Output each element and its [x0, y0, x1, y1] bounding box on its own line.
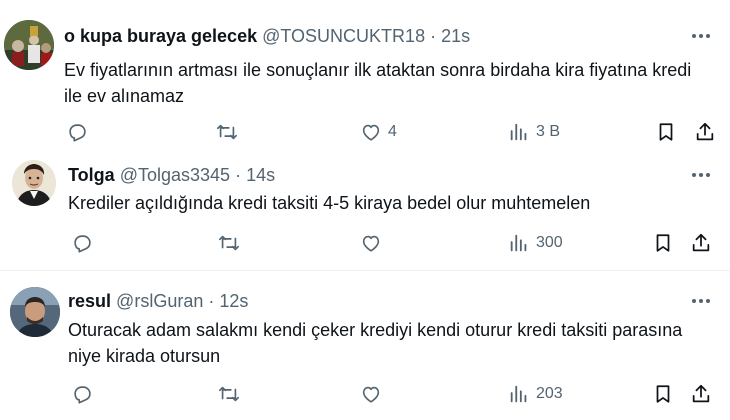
more-icon[interactable] [688, 291, 714, 311]
retweet-button[interactable] [217, 232, 241, 254]
tweet-header: o kupa buraya gelecek @TOSUNCUKTR18 · 21… [64, 24, 470, 48]
display-name[interactable]: o kupa buraya gelecek [64, 26, 257, 46]
reply-icon [74, 386, 91, 404]
share-button[interactable] [694, 121, 716, 143]
display-name[interactable]: resul [68, 291, 111, 311]
share-icon [692, 233, 710, 252]
tweet-header: Tolga @Tolgas3345 · 14s [68, 163, 275, 187]
views-button[interactable]: 300 [508, 232, 563, 254]
separator-dot: · [430, 26, 437, 46]
retweet-icon [219, 386, 239, 402]
bookmark-button[interactable] [655, 121, 677, 143]
timestamp[interactable]: 12s [219, 291, 248, 311]
bookmark-icon [656, 234, 670, 252]
more-icon[interactable] [688, 165, 714, 185]
heart-icon [362, 235, 380, 252]
tweet-text: Oturacak adam salakmı kendi çeker krediy… [68, 320, 683, 366]
avatar[interactable] [10, 287, 60, 337]
share-button[interactable] [690, 232, 712, 254]
like-button[interactable]: 4 [360, 121, 397, 143]
reply-icon [74, 235, 91, 253]
heart-icon [362, 386, 380, 403]
share-button[interactable] [690, 383, 712, 405]
bookmark-icon [659, 123, 673, 141]
like-button[interactable] [360, 232, 382, 254]
reply-button[interactable] [66, 121, 88, 143]
like-button[interactable] [360, 383, 382, 405]
retweet-button[interactable] [217, 383, 241, 405]
reply-button[interactable] [71, 383, 93, 405]
retweet-button[interactable] [215, 121, 239, 143]
views-count: 203 [536, 385, 563, 402]
heart-icon [362, 124, 380, 141]
retweet-icon [219, 235, 239, 251]
user-handle[interactable]: @TOSUNCUKTR18 [262, 26, 425, 46]
share-icon [692, 384, 710, 403]
retweet-icon [217, 124, 237, 140]
views-chart-icon [510, 385, 527, 403]
views-button[interactable]: 203 [508, 383, 563, 405]
reply-icon [69, 124, 86, 142]
separator-dot: · [235, 165, 242, 185]
views-chart-icon [510, 234, 527, 252]
tweet-text: Ev fiyatlarının artması ile sonuçlanır i… [64, 60, 692, 106]
views-chart-icon [510, 123, 527, 141]
user-handle[interactable]: @rslGuran [116, 291, 203, 311]
avatar[interactable] [4, 20, 54, 70]
more-icon[interactable] [688, 26, 714, 46]
views-button[interactable]: 3 B [508, 121, 560, 143]
bookmark-button[interactable] [652, 383, 674, 405]
timestamp[interactable]: 21s [441, 26, 470, 46]
avatar[interactable] [12, 160, 56, 206]
user-handle[interactable]: @Tolgas3345 [120, 165, 230, 185]
tweet-2[interactable]: Tolga @Tolgas3345 · 14s Krediler açıldığ… [0, 150, 730, 268]
views-count: 3 B [536, 123, 561, 140]
tweet-header: resul @rslGuran · 12s [68, 289, 248, 313]
views-count: 300 [536, 234, 563, 251]
bookmark-icon [656, 385, 670, 403]
bookmark-button[interactable] [652, 232, 674, 254]
tweet-text: Krediler açıldığında kredi taksiti 4-5 k… [68, 193, 591, 213]
like-count: 4 [388, 123, 397, 140]
timestamp[interactable]: 14s [246, 165, 275, 185]
tweet-1[interactable]: o kupa buraya gelecek @TOSUNCUKTR18 · 21… [0, 0, 730, 160]
separator-dot: · [208, 291, 215, 311]
tweet-3[interactable]: resul @rslGuran · 12s Oturacak adam sala… [0, 271, 730, 420]
share-icon [696, 122, 714, 141]
display-name[interactable]: Tolga [68, 165, 115, 185]
reply-button[interactable] [71, 232, 93, 254]
